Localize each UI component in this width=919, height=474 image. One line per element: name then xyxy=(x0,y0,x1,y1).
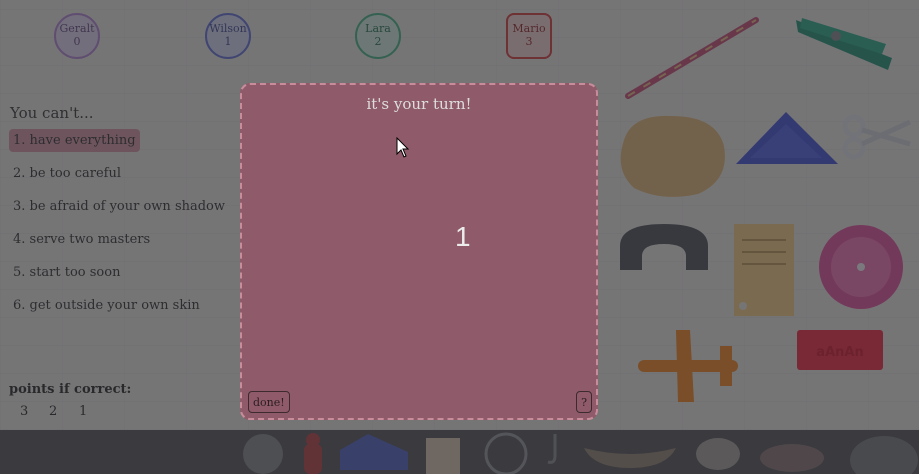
player-name: Wilson xyxy=(209,22,247,35)
clothespin-item[interactable] xyxy=(792,14,896,78)
mouse-cursor-icon xyxy=(396,137,410,158)
airplane-item[interactable] xyxy=(632,326,742,408)
eraser-item[interactable]: aAnAn xyxy=(795,328,885,372)
points-label: points if correct: xyxy=(9,382,132,397)
player-score: 0 xyxy=(73,35,81,48)
done-button[interactable]: done! xyxy=(248,391,290,413)
option-2[interactable]: 2. be too careful xyxy=(9,162,125,185)
turn-message: it's your turn! xyxy=(366,95,472,113)
player-name: Mario xyxy=(512,22,546,35)
player-name: Lara xyxy=(365,22,391,35)
help-button[interactable]: ? xyxy=(576,391,592,413)
player-bar: Geralt 0 Wilson 1 Lara 2 Mario 3 xyxy=(0,0,600,70)
sponge-item[interactable] xyxy=(612,110,732,200)
player-score: 1 xyxy=(224,35,232,48)
player-name: Geralt xyxy=(59,22,95,35)
option-5[interactable]: 5. start too soon xyxy=(9,261,124,284)
option-4[interactable]: 4. serve two masters xyxy=(9,228,154,251)
turn-panel: it's your turn! 1 done! ? xyxy=(240,83,598,420)
points-value: 1 xyxy=(79,404,88,419)
chess-piece-tray-item[interactable] xyxy=(298,430,328,474)
frog-tray-item[interactable] xyxy=(754,430,830,474)
option-6[interactable]: 6. get outside your own skin xyxy=(9,294,204,317)
triangle-item[interactable] xyxy=(734,108,840,168)
player-score: 3 xyxy=(525,35,533,48)
ring-tray-item[interactable] xyxy=(482,430,530,474)
puzzle-piece-tray-item[interactable] xyxy=(420,430,466,474)
shoe-tray-item[interactable] xyxy=(338,430,410,474)
option-1[interactable]: 1. have everything xyxy=(9,129,140,152)
ticket-item[interactable] xyxy=(732,222,796,318)
flower-item[interactable] xyxy=(816,222,906,312)
points-value: 3 xyxy=(20,404,29,419)
canoe-tray-item[interactable] xyxy=(582,430,678,474)
eraser-label: aAnAn xyxy=(816,345,863,360)
points-value: 2 xyxy=(49,404,58,419)
player-geralt: Geralt 0 xyxy=(54,13,100,59)
item-tray xyxy=(0,430,919,474)
player-wilson: Wilson 1 xyxy=(205,13,251,59)
countdown-number: 1 xyxy=(455,221,471,252)
coin-tray-item[interactable] xyxy=(240,430,286,474)
player-lara: Lara 2 xyxy=(355,13,401,59)
player-score: 2 xyxy=(374,35,382,48)
option-3[interactable]: 3. be afraid of your own shadow xyxy=(9,195,229,218)
hook-tray-item[interactable] xyxy=(544,430,566,474)
tunnel-block-item[interactable] xyxy=(616,220,712,274)
card-title: You can't... xyxy=(10,104,94,122)
bowl-tray-item[interactable] xyxy=(692,430,744,474)
player-mario: Mario 3 xyxy=(506,13,552,59)
scissors-item[interactable] xyxy=(840,108,916,164)
stone-tray-item[interactable] xyxy=(844,430,918,474)
pencil-item[interactable] xyxy=(620,14,764,104)
